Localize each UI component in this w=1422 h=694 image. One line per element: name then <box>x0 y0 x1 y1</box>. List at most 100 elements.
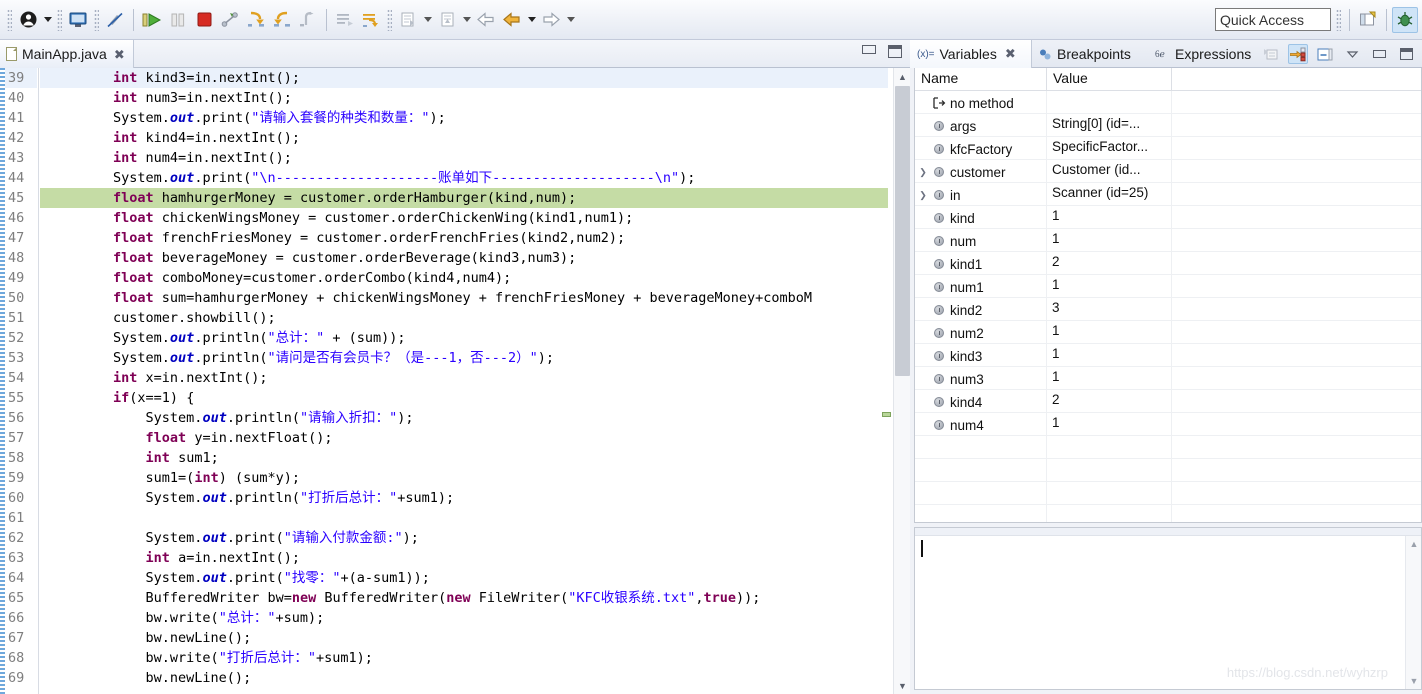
code-line[interactable]: float chickenWingsMoney = customer.order… <box>40 208 888 228</box>
code-line[interactable]: float frenchFriesMoney = customer.orderF… <box>40 228 888 248</box>
code-line[interactable]: int a=in.nextInt(); <box>40 548 888 568</box>
editor-vertical-scrollbar[interactable]: ▲ ▼ <box>893 68 910 694</box>
step-into-icon[interactable] <box>243 7 269 33</box>
code-line[interactable]: System.out.print("请输入套餐的种类和数量："); <box>40 108 888 128</box>
minimize-icon[interactable] <box>1369 44 1389 64</box>
tab-breakpoints[interactable]: Breakpoints <box>1032 40 1138 68</box>
forward-icon[interactable] <box>538 7 564 33</box>
variable-value-cell[interactable] <box>1047 436 1172 458</box>
scroll-up-icon[interactable]: ▲ <box>1406 536 1422 552</box>
variable-name-cell[interactable] <box>915 459 1047 481</box>
variable-name-cell[interactable]: num4 <box>915 413 1047 435</box>
variable-value-cell[interactable] <box>1047 482 1172 504</box>
tab-expressions[interactable]: 6ℯ Expressions <box>1148 40 1258 68</box>
variable-name-cell[interactable] <box>915 482 1047 504</box>
variable-name-cell[interactable]: ❯ in <box>915 183 1047 205</box>
detail-vertical-scrollbar[interactable]: ▲ ▼ <box>1405 536 1421 689</box>
code-line[interactable]: int kind4=in.nextInt(); <box>40 128 888 148</box>
new-wizard-dropdown-icon[interactable] <box>460 7 473 33</box>
table-row[interactable]: kind 1 <box>915 206 1421 229</box>
code-line[interactable]: int num3=in.nextInt(); <box>40 88 888 108</box>
variable-name-cell[interactable] <box>915 436 1047 458</box>
variable-name-cell[interactable]: num <box>915 229 1047 251</box>
table-row[interactable]: num3 1 <box>915 367 1421 390</box>
debug-perspective-icon[interactable] <box>1392 6 1418 33</box>
table-row[interactable] <box>915 482 1421 505</box>
variable-value-cell[interactable]: 2 <box>1047 390 1172 412</box>
variable-value-cell[interactable] <box>1047 505 1172 522</box>
variable-value-cell[interactable]: Scanner (id=25) <box>1047 183 1172 205</box>
table-row[interactable]: ❯ in Scanner (id=25) <box>915 183 1421 206</box>
code-line[interactable]: float beverageMoney = customer.orderBeve… <box>40 248 888 268</box>
variables-table[interactable]: Name Value no method args String[0] (id=..… <box>914 68 1422 523</box>
drop-to-frame-icon[interactable] <box>332 7 358 33</box>
variable-name-cell[interactable]: kind <box>915 206 1047 228</box>
code-line[interactable]: float y=in.nextFloat(); <box>40 428 888 448</box>
code-line[interactable]: int sum1; <box>40 448 888 468</box>
minimize-icon[interactable] <box>862 45 876 54</box>
variable-name-cell[interactable]: kind3 <box>915 344 1047 366</box>
user-profile-dropdown-icon[interactable] <box>41 7 54 33</box>
code-line[interactable]: System.out.println("请问是否有会员卡？（是---1，否---… <box>40 348 888 368</box>
collapse-all-icon[interactable] <box>1261 44 1281 64</box>
disconnect-icon[interactable] <box>217 7 243 33</box>
code-line[interactable]: BufferedWriter bw=new BufferedWriter(new… <box>40 588 888 608</box>
code-line[interactable]: System.out.print("请输入付款金额:"); <box>40 528 888 548</box>
code-line[interactable]: int num4=in.nextInt(); <box>40 148 888 168</box>
console-icon[interactable] <box>65 7 91 33</box>
chevron-right-icon[interactable]: ❯ <box>915 190 931 201</box>
variable-value-cell[interactable]: Customer (id... <box>1047 160 1172 182</box>
view-menu-icon[interactable] <box>1342 44 1362 64</box>
use-step-filters-icon[interactable] <box>358 7 384 33</box>
code-line[interactable]: float sum=hamhurgerMoney + chickenWingsM… <box>40 288 888 308</box>
variable-value-cell[interactable] <box>1047 91 1172 113</box>
scroll-down-icon[interactable]: ▼ <box>1406 673 1422 689</box>
open-perspective-icon[interactable] <box>1355 7 1381 33</box>
quick-access-input[interactable]: Quick Access <box>1215 8 1331 31</box>
column-header-name[interactable]: Name <box>915 68 1047 90</box>
code-line[interactable]: customer.showbill(); <box>40 308 888 328</box>
table-row[interactable]: no method <box>915 91 1421 114</box>
toggle-detail-pane-icon[interactable] <box>1315 44 1335 64</box>
close-icon[interactable]: ✖ <box>1005 46 1016 62</box>
code-editor[interactable]: 39 40 41 42 43 44 45 46 47 48 49 50 51 52 53 54 55 56 57 58… <box>0 68 910 694</box>
table-row[interactable]: num2 1 <box>915 321 1421 344</box>
table-row[interactable]: num1 1 <box>915 275 1421 298</box>
variable-value-cell[interactable]: 3 <box>1047 298 1172 320</box>
column-header-value[interactable]: Value <box>1047 68 1172 90</box>
variable-name-cell[interactable]: no method <box>915 91 1047 113</box>
table-row[interactable]: ❯ customer Customer (id... <box>915 160 1421 183</box>
code-line[interactable]: System.out.println("打折后总计："+sum1); <box>40 488 888 508</box>
new-wizard-icon[interactable] <box>434 7 460 33</box>
forward-dropdown-icon[interactable] <box>564 7 577 33</box>
new-java-class-dropdown-icon[interactable] <box>421 7 434 33</box>
table-row[interactable] <box>915 436 1421 459</box>
variable-name-cell[interactable]: kind1 <box>915 252 1047 274</box>
table-row[interactable]: args String[0] (id=... <box>915 114 1421 137</box>
code-line[interactable]: float comboMoney=customer.orderCombo(kin… <box>40 268 888 288</box>
back-icon[interactable] <box>499 7 525 33</box>
variable-value-cell[interactable]: 1 <box>1047 367 1172 389</box>
variable-value-cell[interactable]: 1 <box>1047 275 1172 297</box>
variable-name-cell[interactable]: ❯ customer <box>915 160 1047 182</box>
terminate-icon[interactable] <box>191 7 217 33</box>
variable-name-cell[interactable]: kind4 <box>915 390 1047 412</box>
resume-icon[interactable] <box>139 7 165 33</box>
maximize-icon[interactable] <box>1396 44 1416 64</box>
variable-name-cell[interactable]: num2 <box>915 321 1047 343</box>
variable-value-cell[interactable]: SpecificFactor... <box>1047 137 1172 159</box>
code-line[interactable]: System.out.print("\n--------------------… <box>40 168 888 188</box>
previous-annotation-icon[interactable] <box>473 7 499 33</box>
table-row[interactable]: kind3 1 <box>915 344 1421 367</box>
chevron-right-icon[interactable]: ❯ <box>915 167 931 178</box>
toolbar-grip-2[interactable] <box>57 8 62 31</box>
table-row[interactable] <box>915 505 1421 522</box>
editor-scroll-thumb[interactable] <box>895 86 910 376</box>
variable-value-cell[interactable]: 1 <box>1047 206 1172 228</box>
code-line[interactable]: float hamhurgerMoney = customer.orderHam… <box>40 188 888 208</box>
variable-name-cell[interactable]: kind2 <box>915 298 1047 320</box>
table-row[interactable]: num4 1 <box>915 413 1421 436</box>
variable-name-cell[interactable] <box>915 505 1047 522</box>
skip-all-breakpoints-icon[interactable] <box>102 7 128 33</box>
code-line[interactable]: System.out.println("总计：" + (sum)); <box>40 328 888 348</box>
